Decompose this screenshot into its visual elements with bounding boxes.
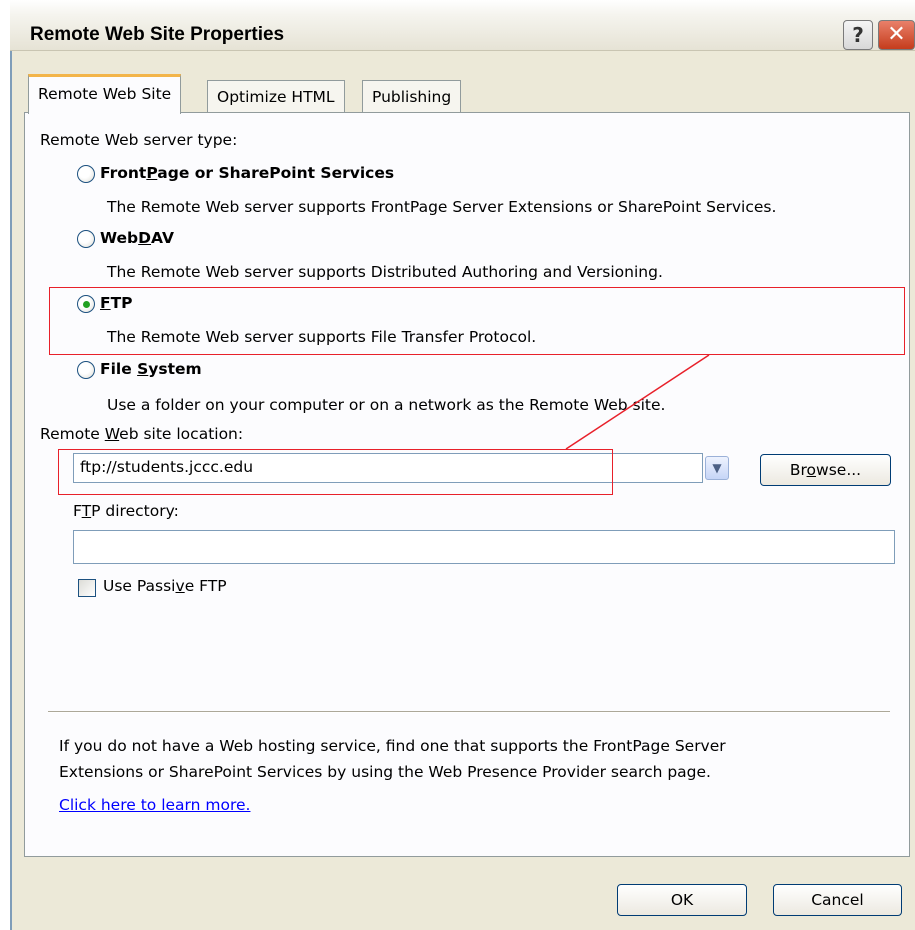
annotation-arrow — [565, 354, 710, 450]
annotation-arrow-line — [565, 354, 710, 450]
tab-remote-web-site[interactable]: Remote Web Site — [28, 74, 182, 114]
